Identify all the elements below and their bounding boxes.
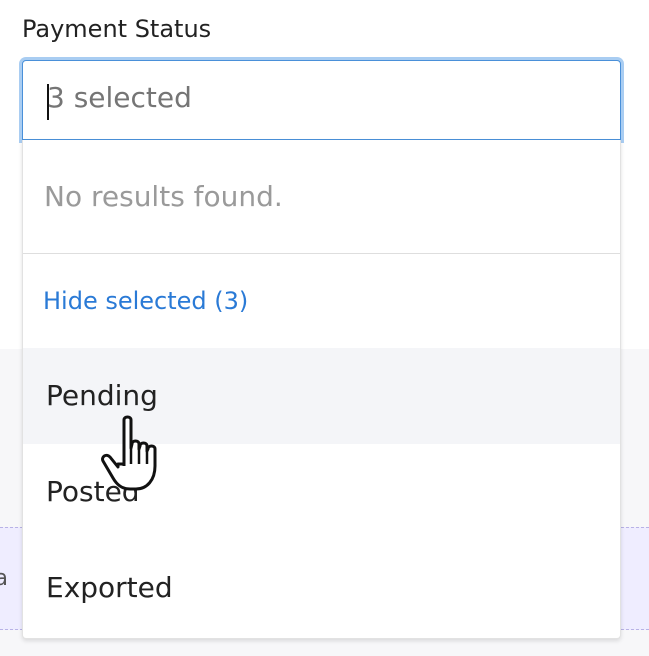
no-results-message: No results found. xyxy=(44,180,283,213)
hand-pointer-icon xyxy=(101,415,157,491)
background-text: na xyxy=(0,566,9,591)
payment-status-search-input[interactable] xyxy=(47,81,587,114)
text-caret xyxy=(47,84,49,120)
dropdown-divider xyxy=(23,253,620,254)
page: na Payment Status No results found. Hide… xyxy=(0,0,649,656)
option-exported[interactable]: Exported xyxy=(23,540,620,636)
payment-status-label: Payment Status xyxy=(22,15,212,43)
payment-status-select[interactable] xyxy=(22,60,621,140)
payment-status-dropdown-menu: No results found. Hide selected (3) Pend… xyxy=(22,140,621,639)
hide-selected-link[interactable]: Hide selected (3) xyxy=(43,287,248,315)
